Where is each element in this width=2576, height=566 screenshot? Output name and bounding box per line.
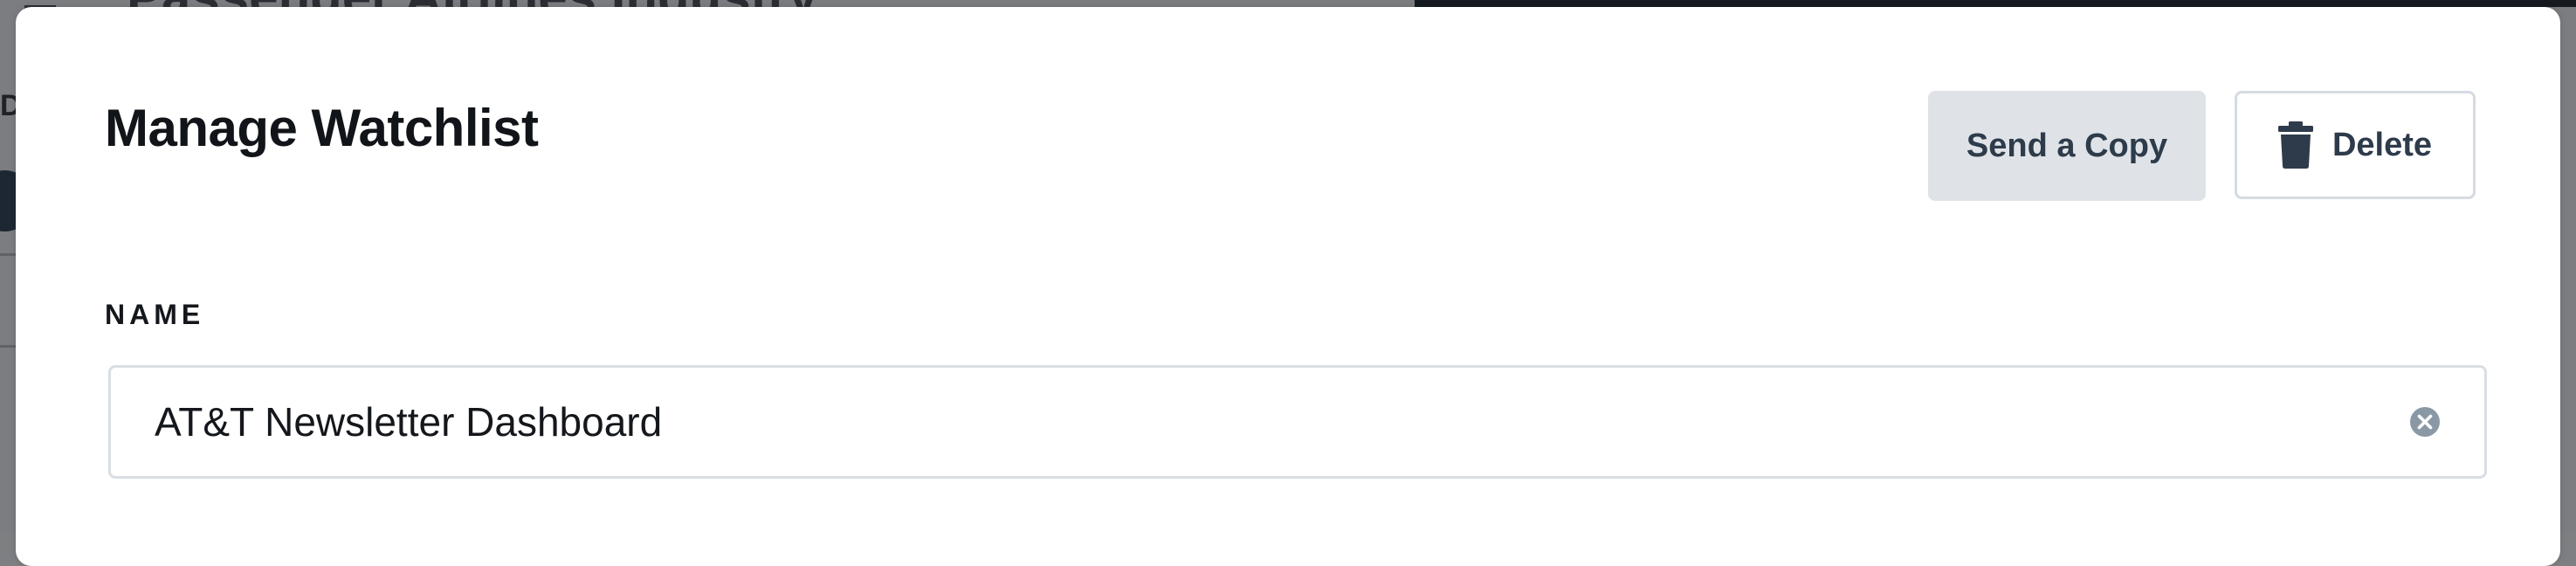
clear-input-icon[interactable] — [2409, 406, 2441, 438]
send-a-copy-button[interactable]: Send a Copy — [1928, 91, 2206, 201]
name-field-label: NAME — [105, 299, 205, 330]
delete-label: Delete — [2331, 126, 2433, 163]
delete-button[interactable]: Delete — [2235, 91, 2476, 199]
modal-title: Manage Watchlist — [105, 99, 539, 157]
manage-watchlist-modal: Manage Watchlist Send a Copy Delete NAME — [16, 7, 2560, 566]
name-field — [108, 365, 2487, 479]
name-input[interactable] — [155, 368, 2390, 476]
background-header-bar — [1415, 0, 2576, 7]
send-a-copy-label: Send a Copy — [1966, 127, 2168, 164]
trash-icon — [2277, 121, 2313, 169]
